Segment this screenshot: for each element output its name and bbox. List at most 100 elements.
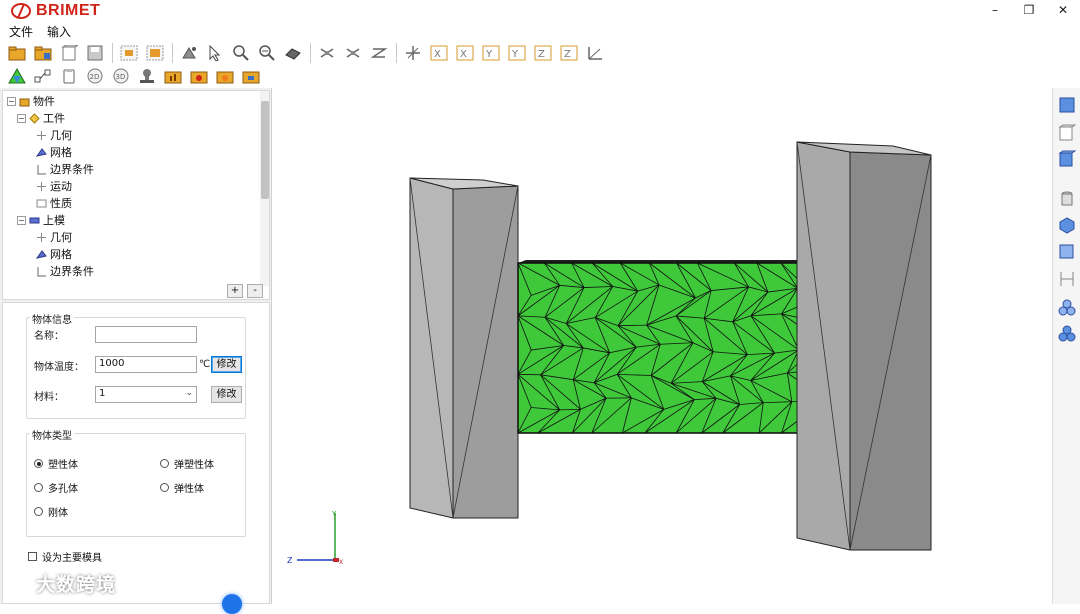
dimension-icon[interactable] (1058, 270, 1076, 288)
3d-viewport[interactable]: Y Z X (273, 88, 1052, 604)
object-tree: − 物件 − 工件 几何 网格 边界条件 运动 性质 (2, 90, 270, 300)
modify-material-button[interactable]: 修改 (211, 386, 242, 403)
material-select[interactable]: 1 ⌄ (95, 386, 197, 403)
property-icon (36, 198, 47, 209)
upper-die-icon (29, 215, 40, 226)
tree-label: 边界条件 (50, 161, 94, 177)
rotate-z-icon[interactable] (368, 42, 390, 64)
cylinder-icon[interactable] (1058, 190, 1076, 208)
radio-elastoplastic[interactable]: 弹塑性体 (160, 456, 214, 471)
mesh-edge (560, 409, 581, 410)
view-front-icon[interactable] (1058, 96, 1076, 114)
folder-save-icon[interactable] (32, 42, 54, 64)
add-object-button[interactable]: + (227, 284, 243, 298)
chevron-down-icon: ⌄ (185, 388, 193, 398)
menu-bar: 文件 输入 (0, 22, 71, 40)
collapse-icon[interactable]: − (17, 114, 26, 123)
menu-input[interactable]: 输入 (47, 23, 71, 40)
motion-icon (36, 181, 47, 192)
tree-item-property[interactable]: 性质 (36, 195, 72, 211)
view-x-minus-icon[interactable]: X (428, 42, 450, 64)
radio-plastic[interactable]: 塑性体 (34, 456, 78, 471)
group-icon[interactable] (1058, 298, 1076, 316)
svg-text:Z: Z (564, 49, 571, 60)
view-iso-icon[interactable] (1058, 150, 1076, 168)
radio-porous[interactable]: 多孔体 (34, 480, 78, 495)
tree-item-mesh[interactable]: 网格 (36, 144, 72, 160)
tree-item-upper-die[interactable]: − 上模 (17, 212, 65, 228)
collapse-icon[interactable]: − (7, 97, 16, 106)
boundary-icon (36, 164, 47, 175)
primary-die-checkbox[interactable]: 设为主要模具 (28, 549, 102, 564)
x-axis-label: X (339, 559, 343, 566)
temperature-input[interactable]: 1000 (95, 356, 197, 373)
object-type-group: 物体类型 塑性体 弹塑性体 多孔体 弹性体 刚体 (26, 433, 246, 537)
remove-object-button[interactable]: - (247, 284, 263, 298)
menu-file[interactable]: 文件 (9, 23, 33, 40)
view-z-plus-icon[interactable]: Z (558, 42, 580, 64)
rotate-y-icon[interactable] (342, 42, 364, 64)
restore-button[interactable]: ❐ (1012, 0, 1046, 20)
2d-icon[interactable]: 2D (84, 65, 106, 87)
3d-icon[interactable]: 3D (110, 65, 132, 87)
scene-canvas[interactable]: Y Z X (273, 88, 1052, 604)
view-z-minus-icon[interactable]: Z (532, 42, 554, 64)
tree-label: 运动 (50, 178, 72, 194)
tree-item-objects[interactable]: − 物件 (7, 93, 55, 109)
axis-origin-icon[interactable] (402, 42, 424, 64)
zoom-in-icon[interactable] (230, 42, 252, 64)
workpiece-mesh[interactable] (518, 260, 835, 433)
folder-red-icon[interactable] (188, 65, 210, 87)
cube-icon[interactable] (1058, 242, 1076, 260)
clipboard-icon[interactable] (58, 65, 80, 87)
name-input[interactable] (95, 326, 197, 343)
right-die[interactable] (797, 142, 931, 550)
scrollbar-thumb[interactable] (261, 101, 269, 199)
view-back-icon[interactable] (1058, 124, 1076, 142)
tree-item-boundary[interactable]: 边界条件 (36, 161, 94, 177)
view-y-minus-icon[interactable]: Y (480, 42, 502, 64)
select-arrow-icon[interactable] (204, 42, 226, 64)
folder-orange-icon[interactable] (214, 65, 236, 87)
watermark: 大数跨境 (8, 570, 116, 597)
view-x-plus-icon[interactable]: X (454, 42, 476, 64)
radio-label: 刚体 (48, 504, 68, 519)
folder-blue-icon[interactable] (240, 65, 262, 87)
temperature-unit: ℃ (199, 359, 210, 370)
folder-chart-icon[interactable] (162, 65, 184, 87)
zoom-fit-icon[interactable] (144, 42, 166, 64)
tree-item-geometry[interactable]: 几何 (36, 229, 72, 245)
tree-scrollbar[interactable] (260, 91, 270, 286)
main-toolbar: X X Y Y Z Z 2D 3D (0, 40, 1080, 88)
collapse-icon[interactable]: − (17, 216, 26, 225)
tree-item-motion[interactable]: 运动 (36, 178, 72, 194)
minimize-button[interactable]: – (978, 0, 1012, 20)
modify-temperature-button[interactable]: 修改 (211, 356, 242, 373)
save-disk-icon[interactable] (84, 42, 106, 64)
tree-item-geometry[interactable]: 几何 (36, 127, 72, 143)
view-y-plus-icon[interactable]: Y (506, 42, 528, 64)
rotate-x-icon[interactable] (316, 42, 338, 64)
box-icon[interactable] (1058, 216, 1076, 234)
tree-item-workpiece[interactable]: − 工件 (17, 110, 65, 126)
app-title: BRIMET (36, 2, 100, 20)
new-document-icon[interactable] (58, 42, 80, 64)
tree-label: 边界条件 (50, 263, 94, 279)
radio-rigid[interactable]: 刚体 (34, 504, 68, 519)
tree-item-mesh[interactable]: 网格 (36, 246, 72, 262)
axis-measure-icon[interactable] (584, 42, 606, 64)
group-alt-icon[interactable] (1058, 324, 1076, 342)
svg-text:X: X (434, 49, 441, 60)
zoom-out-icon[interactable] (256, 42, 278, 64)
zoom-window-icon[interactable] (118, 42, 140, 64)
left-die[interactable] (410, 178, 518, 518)
radio-elastic[interactable]: 弹性体 (160, 480, 204, 495)
flow-chart-icon[interactable] (32, 65, 54, 87)
tree-item-boundary[interactable]: 边界条件 (36, 263, 94, 279)
stamp-icon[interactable] (136, 65, 158, 87)
folder-open-icon[interactable] (6, 42, 28, 64)
pan-icon[interactable] (178, 42, 200, 64)
mesh-triangle-icon[interactable] (6, 65, 28, 87)
rotate-icon[interactable] (282, 42, 304, 64)
close-button[interactable]: ✕ (1046, 0, 1080, 20)
